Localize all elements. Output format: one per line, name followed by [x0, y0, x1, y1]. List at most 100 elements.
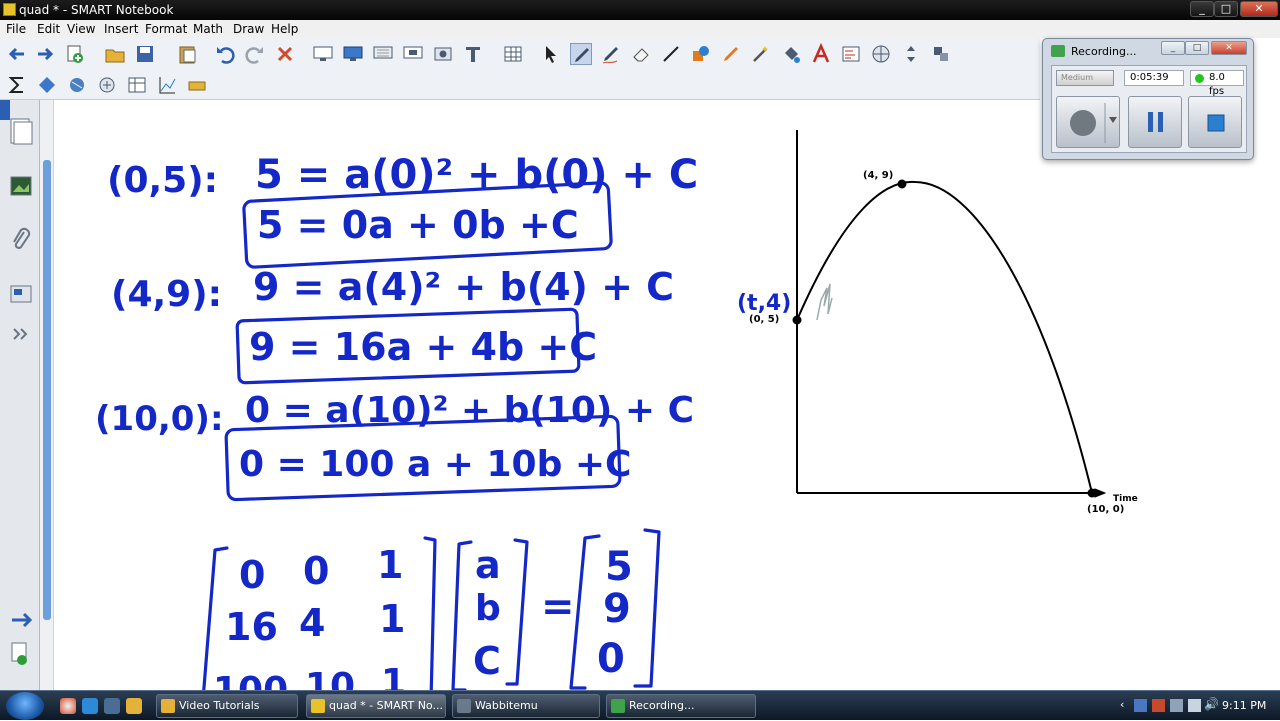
app-icon	[3, 3, 16, 16]
sigma-icon[interactable]	[6, 74, 28, 96]
task-video-tutorials[interactable]: Video Tutorials	[156, 694, 298, 718]
tray-expand-icon[interactable]: ‹	[1120, 698, 1124, 711]
secondary-toolbar	[0, 70, 1040, 100]
attachments-icon[interactable]	[8, 226, 34, 256]
recorder-maximize-button[interactable]: □	[1185, 41, 1209, 55]
save-icon[interactable]	[134, 43, 156, 65]
side-tabs	[0, 100, 40, 690]
explorer-icon[interactable]	[126, 698, 142, 714]
undo-icon[interactable]	[214, 43, 236, 65]
capture-icon[interactable]	[432, 43, 454, 65]
eq3-substitution: 0 = a(10)² + b(10) + C	[245, 390, 694, 431]
start-button[interactable]	[6, 692, 44, 720]
internet-explorer-icon[interactable]	[82, 698, 98, 714]
menu-insert[interactable]: Insert	[104, 22, 138, 36]
redo-icon[interactable]	[244, 43, 266, 65]
3d-tool-icon[interactable]	[66, 74, 88, 96]
task-wabbitemu[interactable]: Wabbitemu	[452, 694, 600, 718]
title-bar: quad * - SMART Notebook _ □ ✕	[0, 0, 1280, 20]
sidebar-splitter[interactable]	[40, 100, 54, 690]
display-settings-icon[interactable]	[402, 43, 424, 65]
properties-tab-icon[interactable]	[8, 280, 34, 310]
eq1-result: 5 = 0a + 0b +C	[257, 203, 579, 247]
pen-tool-icon[interactable]	[570, 43, 592, 65]
clock[interactable]: 9:11 PM	[1222, 699, 1266, 712]
menu-draw[interactable]: Draw	[233, 22, 264, 36]
notification-icon[interactable]	[1188, 699, 1201, 712]
recording-time: 0:05:39	[1124, 70, 1184, 86]
delete-icon[interactable]	[274, 43, 296, 65]
shape-recognition-pen-icon[interactable]	[720, 43, 742, 65]
gallery-icon[interactable]	[870, 43, 892, 65]
menu-format[interactable]: Format	[145, 22, 187, 36]
creative-pen-icon[interactable]	[600, 43, 622, 65]
document-camera-icon[interactable]	[462, 43, 484, 65]
equals-sign: =	[541, 584, 575, 630]
math-tools-icon[interactable]	[96, 74, 118, 96]
line-tool-icon[interactable]	[660, 43, 682, 65]
transparent-background-icon[interactable]	[372, 43, 394, 65]
previous-page-icon[interactable]	[6, 43, 28, 65]
pause-button[interactable]	[1128, 96, 1182, 148]
menu-help[interactable]: Help	[271, 22, 298, 36]
graph-tool-icon[interactable]	[156, 74, 178, 96]
magic-pen-icon[interactable]	[750, 43, 772, 65]
fill-tool-icon[interactable]	[780, 43, 802, 65]
recorder-close-button[interactable]: ✕	[1211, 41, 1247, 55]
menu-view[interactable]: View	[67, 22, 95, 36]
parabola-curve	[796, 180, 1093, 494]
eq1-substitution: 5 = a(0)² + b(0) + C	[255, 152, 698, 198]
move-sidebar-icon[interactable]	[8, 606, 34, 636]
splitter-handle[interactable]	[43, 160, 51, 620]
show-desktop-icon[interactable]	[104, 698, 120, 714]
point-4-9	[897, 179, 907, 189]
close-button[interactable]: ✕	[1240, 1, 1278, 17]
recording-fps: 8.0 fps	[1190, 70, 1244, 97]
network-icon[interactable]	[1170, 699, 1183, 712]
stop-button[interactable]	[1188, 96, 1242, 148]
add-page-icon[interactable]	[64, 43, 86, 65]
page-sorter-icon[interactable]	[8, 116, 34, 146]
next-page-icon[interactable]	[34, 43, 56, 65]
notebook-page[interactable]: (0,5): 5 = a(0)² + b(0) + C 5 = 0a + 0b …	[55, 100, 1280, 690]
text-tool-icon[interactable]	[810, 42, 832, 65]
chrome-icon[interactable]	[60, 698, 76, 714]
eq2-result: 9 = 16a + 4b +C	[249, 325, 597, 369]
expand-sidebar-icon[interactable]	[8, 320, 34, 350]
eq2-point: (4,9):	[111, 274, 222, 315]
tray-alert-icon[interactable]	[1152, 699, 1165, 712]
matrix-a-r2c1: 10	[305, 666, 355, 690]
task-smart-notebook[interactable]: quad * - SMART No...	[306, 694, 446, 718]
open-icon[interactable]	[104, 43, 126, 65]
screen-shade-icon[interactable]	[312, 43, 334, 65]
task-recording[interactable]: Recording...	[606, 694, 756, 718]
x-axis-label: Time	[1113, 494, 1138, 504]
select-tool-icon[interactable]	[540, 43, 562, 65]
menu-edit[interactable]: Edit	[37, 22, 60, 36]
fullscreen-icon[interactable]	[342, 43, 364, 65]
tray-app-icon[interactable]	[1134, 699, 1147, 712]
maximize-button[interactable]: □	[1214, 1, 1238, 17]
table-icon[interactable]	[502, 43, 524, 65]
properties-icon[interactable]	[840, 43, 862, 65]
measurement-tools-icon[interactable]	[186, 74, 208, 96]
add-sidebar-icon[interactable]	[8, 640, 34, 670]
gallery-tab-icon[interactable]	[8, 172, 34, 202]
recorder-panel: Medium 0:05:39 8.0 fps	[1051, 65, 1247, 153]
window-title: quad * - SMART Notebook	[19, 3, 174, 17]
eraser-icon[interactable]	[630, 43, 652, 65]
minimize-button[interactable]: _	[1190, 1, 1214, 17]
customize-toolbar-icon[interactable]	[930, 43, 952, 65]
volume-icon[interactable]: 🔊	[1204, 697, 1219, 711]
recorder-minimize-button[interactable]: _	[1161, 41, 1185, 55]
record-button[interactable]	[1056, 96, 1120, 148]
quality-select[interactable]: Medium	[1056, 70, 1114, 86]
menu-file[interactable]: File	[6, 22, 26, 36]
paste-icon[interactable]	[176, 43, 198, 65]
shapes-tool-icon[interactable]	[690, 43, 712, 65]
menu-math[interactable]: Math	[193, 22, 223, 36]
move-toolbar-icon[interactable]	[900, 43, 922, 65]
shape-insert-icon[interactable]	[36, 74, 58, 96]
calculator-icon	[457, 699, 471, 713]
table-tool-icon[interactable]	[126, 74, 148, 96]
